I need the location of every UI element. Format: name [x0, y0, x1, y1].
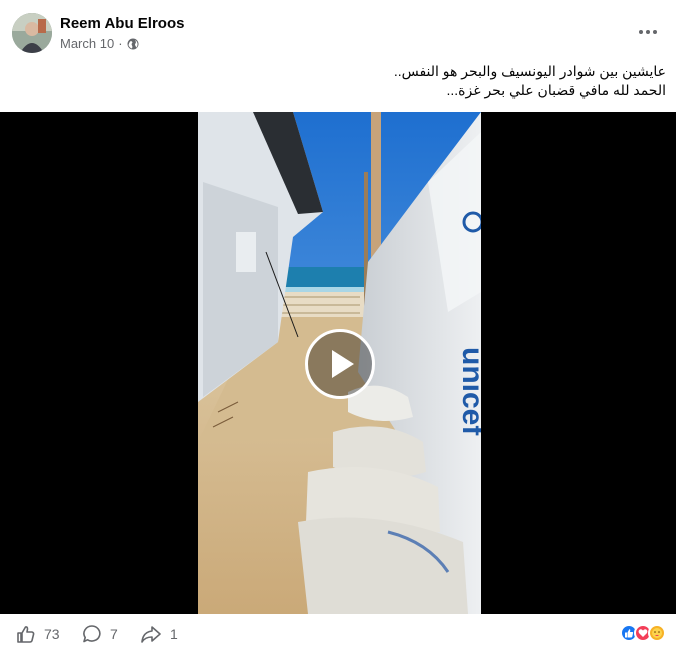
post-caption: عايشين بين شوادر اليونسيف والبحر هو النف…	[26, 62, 666, 100]
comment-icon	[82, 624, 102, 644]
post-meta: March 10 ·	[60, 36, 139, 51]
caption-line: عايشين بين شوادر اليونسيف والبحر هو النف…	[393, 63, 666, 79]
post-actions: 73 7 1	[0, 614, 676, 660]
unicef-logo-text: unicef	[456, 347, 481, 436]
care-reaction-icon	[648, 624, 666, 642]
like-button[interactable]: 73	[16, 624, 60, 644]
author-name[interactable]: Reem Abu Elroos	[60, 15, 184, 32]
share-button[interactable]: 1	[140, 624, 178, 644]
facebook-post: Reem Abu Elroos March 10 · عايشين بين شو…	[0, 0, 676, 660]
caption-line: الحمد لله مافي قضبان علي بحر غزة...	[446, 82, 666, 98]
comment-count: 7	[110, 626, 118, 642]
avatar[interactable]	[12, 13, 52, 53]
like-icon	[16, 624, 36, 644]
video-player[interactable]: unicef	[0, 112, 676, 614]
comment-button[interactable]: 7	[82, 624, 118, 644]
reactions-summary[interactable]	[620, 624, 666, 642]
share-icon	[140, 624, 162, 644]
post-date[interactable]: March 10	[60, 36, 114, 51]
meta-separator: ·	[118, 36, 123, 51]
ellipsis-icon[interactable]	[634, 18, 662, 46]
globe-icon[interactable]	[127, 38, 139, 50]
like-count: 73	[44, 626, 60, 642]
post-header: Reem Abu Elroos March 10 ·	[12, 12, 664, 56]
play-button[interactable]	[305, 329, 375, 399]
share-count: 1	[170, 626, 178, 642]
play-icon	[332, 350, 354, 378]
